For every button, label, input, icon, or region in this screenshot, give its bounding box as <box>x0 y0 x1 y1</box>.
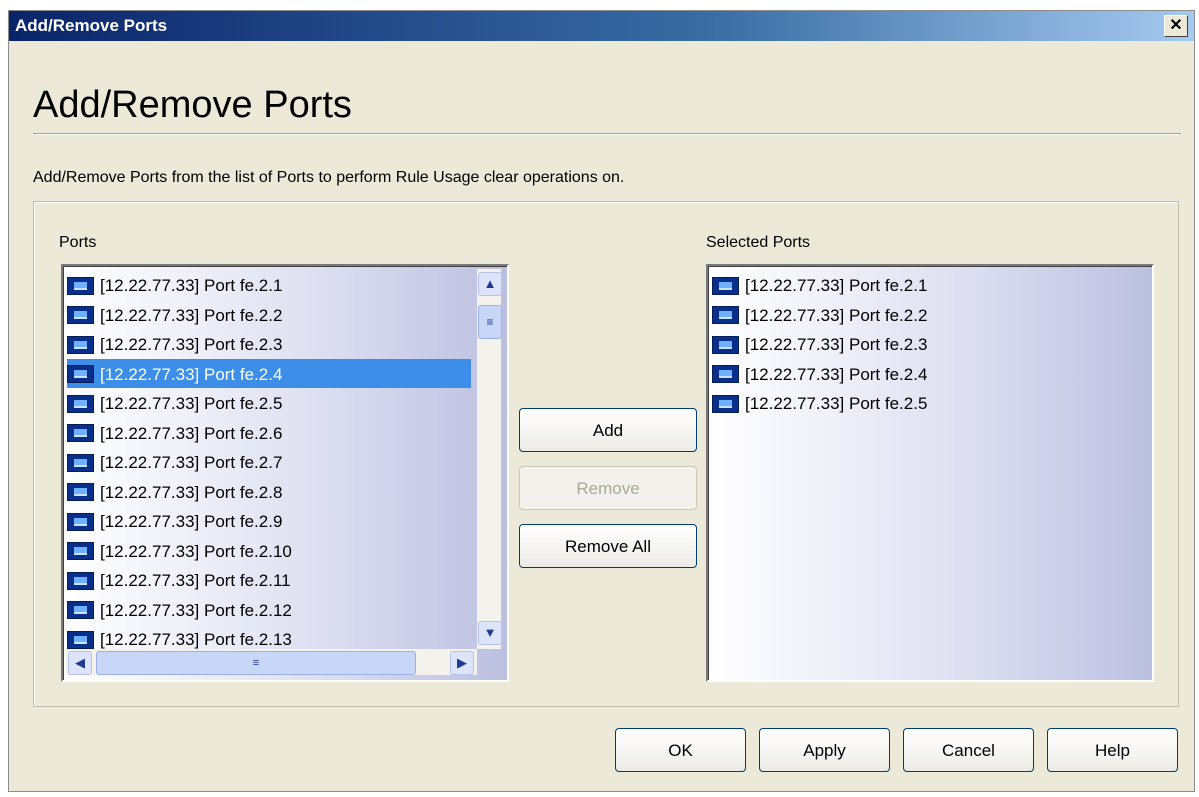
horizontal-scrollbar[interactable]: ◀ ≡ ▶ <box>66 649 477 675</box>
list-item-label: [12.22.77.33] Port fe.2.1 <box>745 276 928 296</box>
list-item[interactable]: [12.22.77.33] Port fe.2.8 <box>67 477 477 506</box>
remove-button[interactable]: Remove <box>519 466 697 510</box>
list-item[interactable]: [12.22.77.33] Port fe.2.11 <box>67 565 477 594</box>
ok-button[interactable]: OK <box>615 728 746 772</box>
port-icon <box>67 571 94 590</box>
list-item[interactable]: [12.22.77.33] Port fe.2.7 <box>67 447 477 476</box>
list-item-label: [12.22.77.33] Port fe.2.10 <box>100 541 292 561</box>
port-icon <box>67 306 94 325</box>
selected-ports-label: Selected Ports <box>706 234 811 251</box>
list-item[interactable]: [12.22.77.33] Port fe.2.5 <box>712 388 1122 417</box>
list-item-label: [12.22.77.33] Port fe.2.4 <box>745 364 928 384</box>
port-icon <box>712 335 739 354</box>
horizontal-scroll-thumb[interactable]: ≡ <box>96 651 416 675</box>
scroll-up-icon[interactable]: ▲ <box>478 272 502 296</box>
scroll-left-icon[interactable]: ◀ <box>68 651 92 675</box>
vertical-scrollbar[interactable]: ▲ ≡ ▼ <box>477 269 502 649</box>
add-button[interactable]: Add <box>519 408 697 452</box>
apply-button[interactable]: Apply <box>759 728 890 772</box>
window-title: Add/Remove Ports <box>15 16 168 35</box>
scroll-down-icon[interactable]: ▼ <box>478 621 502 645</box>
vertical-scroll-thumb[interactable]: ≡ <box>478 305 502 339</box>
close-icon: ✕ <box>1169 17 1183 34</box>
selected-ports-list[interactable]: [12.22.77.33] Port fe.2.1 [12.22.77.33] P… <box>706 264 1154 682</box>
list-item-label: [12.22.77.33] Port fe.2.5 <box>745 394 928 414</box>
list-item-label: [12.22.77.33] Port fe.2.4 <box>100 364 283 384</box>
port-icon <box>67 630 94 649</box>
list-item-label: [12.22.77.33] Port fe.2.9 <box>100 512 283 532</box>
list-item[interactable]: [12.22.77.33] Port fe.2.1 <box>67 270 477 299</box>
list-item[interactable]: [12.22.77.33] Port fe.2.3 <box>712 329 1122 358</box>
port-icon <box>712 276 739 295</box>
close-button[interactable]: ✕ <box>1164 15 1188 37</box>
list-item-label: [12.22.77.33] Port fe.2.2 <box>745 305 928 325</box>
description-text: Add/Remove Ports from the list of Ports … <box>33 169 625 186</box>
list-item-label: [12.22.77.33] Port fe.2.1 <box>100 276 283 296</box>
list-item-label: [12.22.77.33] Port fe.2.5 <box>100 394 283 414</box>
ports-list[interactable]: [12.22.77.33] Port fe.2.1 [12.22.77.33] P… <box>61 264 509 682</box>
port-icon <box>712 306 739 325</box>
list-item[interactable]: [12.22.77.33] Port fe.2.4 <box>67 358 471 388</box>
ports-group-panel: Ports [12.22.77.33] Port fe.2.1 [12.22.77… <box>33 201 1179 707</box>
list-item[interactable]: [12.22.77.33] Port fe.2.6 <box>67 418 477 447</box>
list-item-label: [12.22.77.33] Port fe.2.7 <box>100 453 283 473</box>
port-icon <box>67 335 94 354</box>
port-icon <box>67 394 94 413</box>
port-icon <box>67 512 94 531</box>
port-icon <box>67 601 94 620</box>
port-icon <box>67 483 94 502</box>
port-icon <box>67 276 94 295</box>
list-item-label: [12.22.77.33] Port fe.2.12 <box>100 600 292 620</box>
title-bar: Add/Remove Ports ✕ <box>9 11 1194 41</box>
list-item[interactable]: [12.22.77.33] Port fe.2.1 <box>712 270 1122 299</box>
list-item[interactable]: [12.22.77.33] Port fe.2.5 <box>67 388 477 417</box>
port-icon <box>67 365 94 384</box>
help-button[interactable]: Help <box>1047 728 1178 772</box>
list-item[interactable]: [12.22.77.33] Port fe.2.2 <box>712 300 1122 329</box>
heading-divider <box>33 133 1181 135</box>
cancel-button[interactable]: Cancel <box>903 728 1034 772</box>
list-item-label: [12.22.77.33] Port fe.2.3 <box>745 335 928 355</box>
ports-label: Ports <box>59 234 97 251</box>
port-icon <box>712 365 739 384</box>
list-item-label: [12.22.77.33] Port fe.2.2 <box>100 305 283 325</box>
list-item-label: [12.22.77.33] Port fe.2.13 <box>100 630 292 650</box>
port-icon <box>67 453 94 472</box>
remove-all-button[interactable]: Remove All <box>519 524 697 568</box>
list-item[interactable]: [12.22.77.33] Port fe.2.3 <box>67 329 477 358</box>
list-item[interactable]: [12.22.77.33] Port fe.2.12 <box>67 595 477 624</box>
list-item-label: [12.22.77.33] Port fe.2.8 <box>100 482 283 502</box>
list-item-label: [12.22.77.33] Port fe.2.6 <box>100 423 283 443</box>
port-icon <box>67 424 94 443</box>
list-item[interactable]: [12.22.77.33] Port fe.2.9 <box>67 506 477 535</box>
page-title: Add/Remove Ports <box>33 84 352 126</box>
scroll-right-icon[interactable]: ▶ <box>450 651 474 675</box>
list-item-label: [12.22.77.33] Port fe.2.11 <box>100 571 291 591</box>
list-item[interactable]: [12.22.77.33] Port fe.2.10 <box>67 536 477 565</box>
port-icon <box>712 394 739 413</box>
list-item[interactable]: [12.22.77.33] Port fe.2.4 <box>712 359 1122 388</box>
port-icon <box>67 542 94 561</box>
list-item-label: [12.22.77.33] Port fe.2.3 <box>100 335 283 355</box>
list-item[interactable]: [12.22.77.33] Port fe.2.2 <box>67 300 477 329</box>
dialog-window: Add/Remove Ports ✕ Add/Remove Ports Add/… <box>8 10 1195 792</box>
